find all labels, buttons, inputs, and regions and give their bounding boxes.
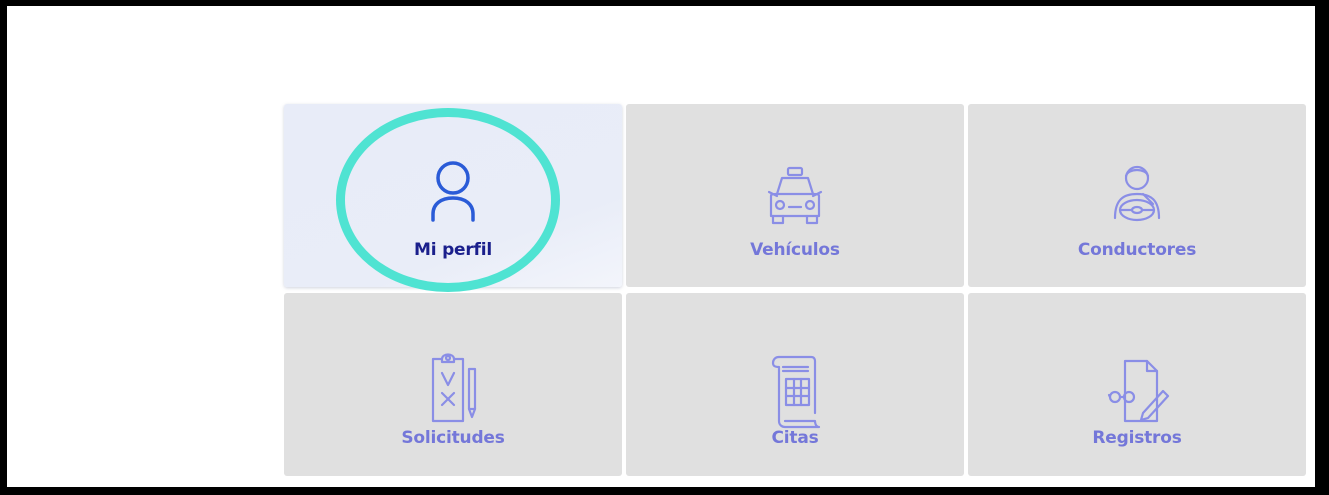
tile-citas[interactable]: Citas [626,293,964,476]
tile-label: Registros [1092,428,1182,448]
tile-registros[interactable]: Registros [968,293,1306,476]
scroll-calendar-icon [753,351,837,435]
tile-label: Solicitudes [401,428,505,448]
user-icon [411,154,495,238]
tile-label: Conductores [1077,240,1197,260]
tile-label: Citas [771,428,819,448]
driver-icon [1095,154,1179,238]
tile-conductores[interactable]: Conductores [968,104,1306,287]
tile-label: Mi perfil [414,240,492,260]
taxi-icon [753,154,837,238]
document-edit-icon [1095,351,1179,435]
tile-label: Vehículos [750,240,840,260]
dashboard-grid: Mi perfil Vehículos Conductores Solicitu… [284,104,1306,476]
tile-vehiculos[interactable]: Vehículos [626,104,964,287]
tile-mi-perfil[interactable]: Mi perfil [284,104,622,287]
tile-solicitudes[interactable]: Solicitudes [284,293,622,476]
clipboard-checklist-icon [411,351,495,435]
